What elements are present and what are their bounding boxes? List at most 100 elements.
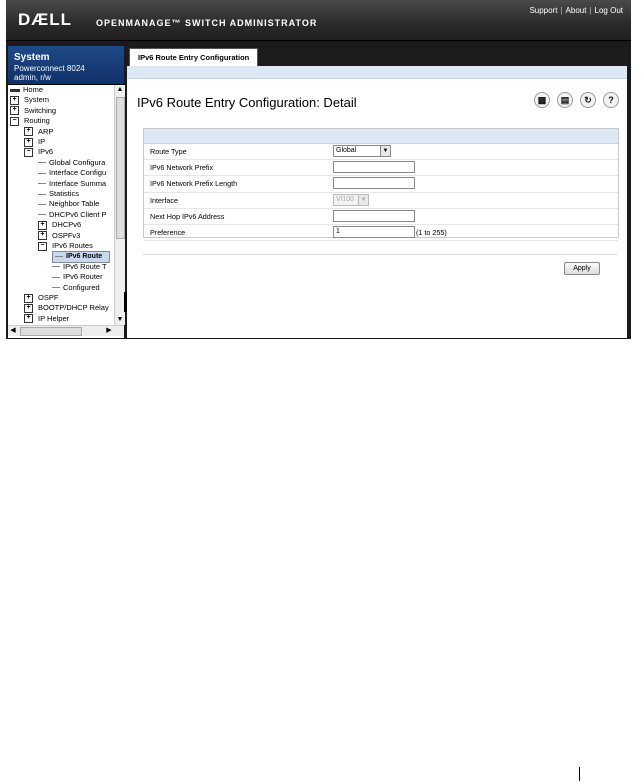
route-type-row: Route Type Global ▼	[144, 144, 618, 161]
tree-connector	[55, 256, 63, 258]
expand-icon[interactable]: +	[24, 137, 33, 147]
tree-item[interactable]: Interface Configu	[38, 168, 114, 178]
tree-item-label: Interface Configu	[49, 168, 107, 178]
tree-connector	[52, 287, 60, 289]
expand-icon[interactable]: +	[24, 314, 33, 324]
apply-button[interactable]: Apply	[564, 262, 600, 275]
tree-connector	[52, 276, 60, 278]
system-title: System	[14, 52, 50, 63]
next-hop-input[interactable]	[333, 209, 415, 222]
prefix-input[interactable]	[333, 161, 415, 174]
logout-link[interactable]: Log Out	[595, 6, 623, 15]
save-icon[interactable]: ▩	[534, 92, 550, 108]
tree-item[interactable]: − Routing	[10, 116, 114, 126]
refresh-icon[interactable]: ↻	[580, 92, 596, 108]
tree-item[interactable]: + System	[10, 95, 114, 105]
expand-icon[interactable]: +	[10, 95, 19, 105]
print-icon[interactable]: ▤	[557, 92, 573, 108]
page-toolbar: ▩ ▤ ↻?	[527, 92, 619, 108]
tree-item[interactable]: − IPv6	[24, 147, 114, 157]
next-hop-row: Next Hop IPv6 Address	[144, 209, 618, 225]
interface-label: Interface	[150, 195, 178, 205]
navigation-panel: System Powerconnect 8024 admin, r/w Home…	[8, 46, 125, 338]
tree-item-label: IPv6 Routes	[52, 241, 93, 250]
scroll-left-icon[interactable]: ◀	[8, 326, 18, 336]
expand-icon[interactable]: +	[24, 303, 33, 313]
tree-vertical-scrollbar[interactable]: ▲ ▼	[114, 85, 125, 325]
expand-icon[interactable]: +	[10, 106, 19, 116]
tree-item[interactable]: Neighbor Table	[38, 199, 114, 209]
tree-item[interactable]: IPv6 Route T	[52, 262, 114, 272]
route-type-select[interactable]: Global ▼	[333, 145, 391, 157]
preference-row: Preference 1 (1 to 255)	[144, 225, 618, 242]
prefix-length-input[interactable]	[333, 177, 415, 190]
about-link[interactable]: About	[566, 6, 587, 15]
form-header	[144, 129, 618, 144]
tree-item-label: Neighbor Table	[49, 199, 100, 209]
prefix-length-row: IPv6 Network Prefix Length	[144, 176, 618, 193]
tree-item[interactable]: Interface Summa	[38, 179, 114, 189]
tree-item[interactable]: + IP	[24, 137, 114, 147]
expand-icon[interactable]: +	[24, 127, 33, 137]
support-link[interactable]: Support	[529, 6, 557, 15]
expand-icon[interactable]: +	[38, 231, 47, 241]
tree-item[interactable]: Statistics	[38, 189, 114, 199]
chevron-down-icon: ▼	[358, 194, 368, 205]
hscroll-thumb[interactable]	[20, 327, 82, 336]
tree-item[interactable]: Home	[10, 85, 114, 95]
tree-item[interactable]: + OSPF	[24, 293, 114, 303]
scroll-right-icon[interactable]: ▶	[104, 326, 114, 336]
dell-logo: DÆLL	[18, 10, 73, 29]
tree-item-label: IPv6 Route T	[63, 261, 107, 271]
collapse-icon[interactable]: −	[10, 116, 19, 126]
tree-connector	[38, 162, 46, 164]
tree-item[interactable]: + ARP	[24, 127, 114, 137]
prefix-label: IPv6 Network Prefix	[150, 163, 214, 173]
expand-icon[interactable]: +	[38, 220, 47, 230]
header-bar: DÆLL OPENMANAGE™ SWITCH ADMINISTRATOR Su…	[6, 0, 631, 41]
scroll-thumb[interactable]	[116, 97, 125, 239]
tree-item-label: IPv6 Route	[66, 253, 103, 261]
tree-item[interactable]: Global Configura	[38, 158, 114, 168]
tree-connector	[38, 214, 46, 216]
collapse-icon[interactable]: −	[24, 147, 33, 157]
tree-item-label: IP Helper	[38, 313, 70, 323]
page-title: IPv6 Route Entry Configuration: Detail	[137, 95, 357, 110]
tree-item-label: Home	[23, 85, 44, 94]
tree-item-label: Configured	[63, 282, 100, 292]
collapse-icon[interactable]: −	[38, 241, 47, 251]
help-icon[interactable]: ?	[603, 92, 619, 108]
tree-item[interactable]: Configured	[52, 283, 114, 293]
preference-input[interactable]: 1	[333, 225, 415, 238]
prefix-row: IPv6 Network Prefix	[144, 160, 618, 177]
tree-item[interactable]: + DHCPv6	[38, 220, 114, 230]
preference-range-hint: (1 to 255)	[416, 227, 447, 237]
tab-ipv6-route-entry[interactable]: IPv6 Route Entry Configuration	[129, 48, 259, 67]
tree-item[interactable]: + OSPFv3	[38, 231, 114, 241]
route-entry-form: Route Type Global ▼ IPv6 Network Prefix I…	[143, 128, 619, 242]
tree-horizontal-scrollbar[interactable]: ◀ ▶	[8, 325, 124, 336]
tab-bar: IPv6 Route Entry Configuration	[127, 46, 627, 67]
tree-item[interactable]: − IPv6 Routes	[38, 241, 114, 251]
tree-item[interactable]: + IP Helper	[24, 314, 114, 324]
screenshot-window: DÆLL OPENMANAGE™ SWITCH ADMINISTRATOR Su…	[6, 0, 631, 339]
tree-item-label: Switching	[24, 105, 57, 115]
expand-icon[interactable]: +	[24, 293, 33, 303]
preference-label: Preference	[150, 227, 186, 237]
tree-item[interactable]: IPv6 Router	[52, 272, 114, 282]
tree-item[interactable]: DHCPv6 Client P	[38, 210, 114, 220]
system-model: Powerconnect 8024	[14, 64, 85, 73]
tree-item-label: Routing	[24, 116, 50, 126]
tree-item-label: IPv6	[38, 147, 54, 157]
chevron-down-icon: ▼	[380, 146, 390, 156]
system-user: admin, r/w	[14, 73, 51, 82]
tree-item-label: DHCPv6	[52, 220, 82, 230]
tree-connector	[52, 266, 60, 268]
tree-item[interactable]: + BOOTP/DHCP Relay	[24, 303, 114, 313]
interface-row: Interface Vl100 ▼	[144, 193, 618, 209]
scroll-up-icon[interactable]: ▲	[115, 85, 125, 95]
product-title: OPENMANAGE™ SWITCH ADMINISTRATOR	[96, 18, 318, 28]
scroll-down-icon[interactable]: ▼	[115, 315, 125, 325]
page-margin-mark	[579, 767, 580, 781]
tree-item[interactable]: + Switching	[10, 106, 114, 116]
